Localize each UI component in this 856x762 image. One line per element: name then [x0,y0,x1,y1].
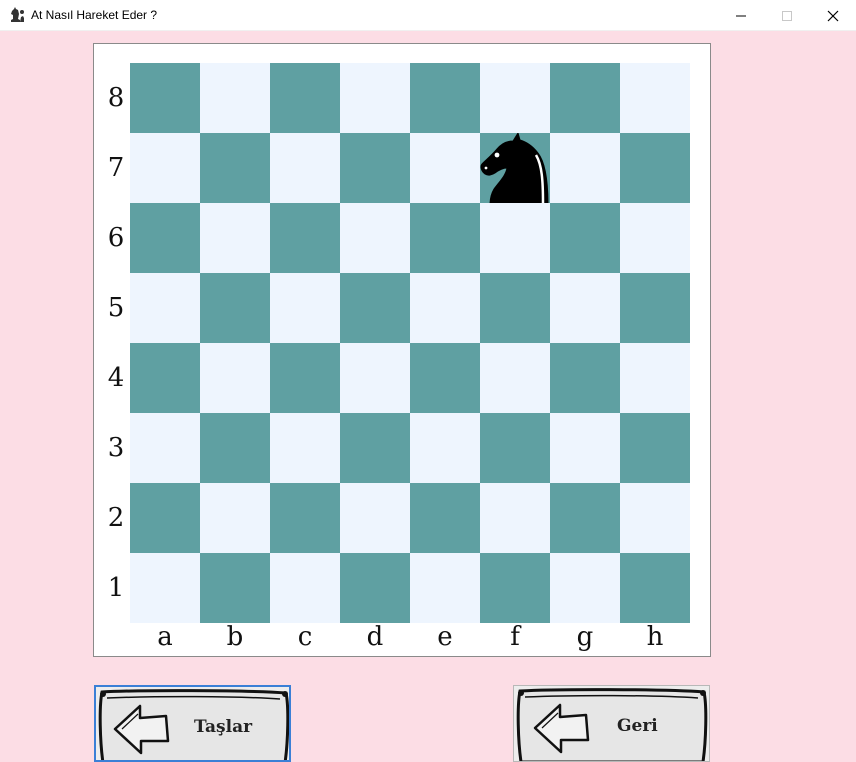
rank-label: 3 [107,433,125,463]
square-d4[interactable] [340,343,410,413]
square-a8[interactable] [130,63,200,133]
square-b5[interactable] [200,273,270,343]
file-label: a [157,622,173,652]
black-knight-piece[interactable] [480,133,550,203]
square-a2[interactable] [130,483,200,553]
square-e8[interactable] [410,63,480,133]
minimize-button[interactable] [718,0,764,31]
square-a6[interactable] [130,203,200,273]
rank-label: 1 [107,573,125,603]
square-d5[interactable] [340,273,410,343]
square-g4[interactable] [550,343,620,413]
square-d6[interactable] [340,203,410,273]
square-e2[interactable] [410,483,480,553]
square-f3[interactable] [480,413,550,483]
square-b2[interactable] [200,483,270,553]
square-b1[interactable] [200,553,270,623]
square-a5[interactable] [130,273,200,343]
square-d3[interactable] [340,413,410,483]
square-g2[interactable] [550,483,620,553]
square-e4[interactable] [410,343,480,413]
client-area: 8 7 6 5 4 3 2 1 a b c d e f g h Taşlar Geri [0,31,856,762]
board-squares [130,63,690,623]
maximize-button[interactable] [764,0,810,31]
square-c3[interactable] [270,413,340,483]
square-h6[interactable] [620,203,690,273]
square-a7[interactable] [130,133,200,203]
square-e5[interactable] [410,273,480,343]
title-bar: At Nasıl Hareket Eder ? [0,0,856,31]
square-b6[interactable] [200,203,270,273]
file-label: f [510,622,520,652]
square-h4[interactable] [620,343,690,413]
square-f4[interactable] [480,343,550,413]
square-f5[interactable] [480,273,550,343]
square-c4[interactable] [270,343,340,413]
file-label: d [366,622,384,652]
square-c1[interactable] [270,553,340,623]
rank-label: 5 [107,293,125,323]
square-e3[interactable] [410,413,480,483]
back-arrow-icon [113,704,170,755]
square-c8[interactable] [270,63,340,133]
rank-label: 4 [107,363,125,393]
square-h7[interactable] [620,133,690,203]
square-c7[interactable] [270,133,340,203]
file-label: g [576,622,594,652]
rank-label: 7 [107,153,125,183]
square-d2[interactable] [340,483,410,553]
rank-label: 2 [107,503,125,533]
back-button[interactable]: Geri [513,685,710,762]
pieces-button[interactable]: Taşlar [94,685,291,762]
square-a3[interactable] [130,413,200,483]
maximize-icon [782,11,792,21]
chess-board: 8 7 6 5 4 3 2 1 a b c d e f g h [93,43,711,657]
square-h8[interactable] [620,63,690,133]
square-f8[interactable] [480,63,550,133]
file-label: c [297,622,313,652]
square-g3[interactable] [550,413,620,483]
square-h2[interactable] [620,483,690,553]
square-h1[interactable] [620,553,690,623]
rank-label: 6 [107,223,125,253]
file-label: e [437,622,453,652]
back-button-label: Geri [617,716,658,736]
pieces-button-label: Taşlar [194,717,253,737]
square-d1[interactable] [340,553,410,623]
square-f1[interactable] [480,553,550,623]
square-g7[interactable] [550,133,620,203]
close-icon [827,10,839,22]
square-h3[interactable] [620,413,690,483]
square-b4[interactable] [200,343,270,413]
square-c5[interactable] [270,273,340,343]
square-g1[interactable] [550,553,620,623]
square-f2[interactable] [480,483,550,553]
square-g8[interactable] [550,63,620,133]
back-arrow-icon [533,703,590,754]
square-b8[interactable] [200,63,270,133]
square-d8[interactable] [340,63,410,133]
file-label: b [226,622,244,652]
minimize-icon [736,15,746,17]
square-b7[interactable] [200,133,270,203]
square-a4[interactable] [130,343,200,413]
knight-icon [11,7,24,22]
square-c2[interactable] [270,483,340,553]
square-h5[interactable] [620,273,690,343]
square-f6[interactable] [480,203,550,273]
square-g5[interactable] [550,273,620,343]
rank-label: 8 [107,83,125,113]
square-e7[interactable] [410,133,480,203]
square-e6[interactable] [410,203,480,273]
square-b3[interactable] [200,413,270,483]
square-c6[interactable] [270,203,340,273]
square-g6[interactable] [550,203,620,273]
square-d7[interactable] [340,133,410,203]
file-label: h [646,622,664,652]
square-e1[interactable] [410,553,480,623]
close-button[interactable] [810,0,856,31]
square-a1[interactable] [130,553,200,623]
window-title: At Nasıl Hareket Eder ? [31,8,158,22]
